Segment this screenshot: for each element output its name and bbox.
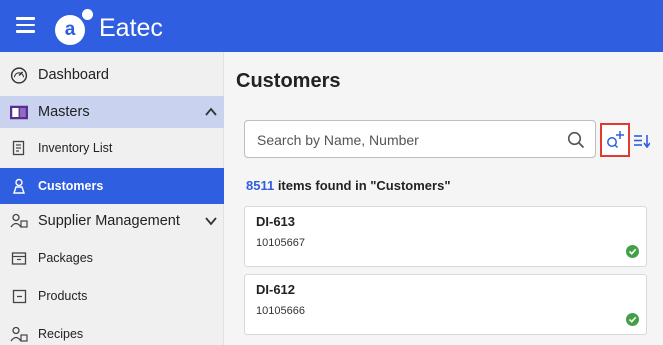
sidebar-item-inventory-list[interactable]: Inventory List <box>0 134 224 162</box>
check-circle-icon <box>626 245 639 258</box>
check-circle-icon <box>626 313 639 326</box>
sidebar-item-label: Customers <box>38 179 104 193</box>
product-icon <box>10 287 28 305</box>
sidebar-item-label: Dashboard <box>38 67 109 83</box>
sidebar-section-masters[interactable]: Masters <box>0 96 224 128</box>
masters-book-icon <box>10 103 28 121</box>
app-name: Eatec <box>99 14 163 42</box>
logo-letter: a <box>55 14 85 45</box>
sidebar-item-label: Masters <box>38 104 90 120</box>
supplier-people-icon <box>10 212 28 230</box>
customer-card[interactable]: DI-612 10105666 <box>244 274 647 335</box>
customer-card-title: DI-612 <box>256 282 296 297</box>
customer-card-number: 10105666 <box>256 305 305 317</box>
sidebar-item-label: Supplier Management <box>38 213 180 229</box>
customer-card[interactable]: DI-613 10105667 <box>244 206 647 267</box>
top-app-bar: a Eatec <box>0 0 663 52</box>
customer-person-icon <box>10 177 28 195</box>
customer-card-title: DI-613 <box>256 214 296 229</box>
chevron-down-icon[interactable] <box>204 214 218 228</box>
chevron-up-icon[interactable] <box>204 105 218 119</box>
sidebar-item-recipes[interactable]: Recipes <box>0 320 224 345</box>
sidebar-item-customers[interactable]: Customers <box>0 168 224 204</box>
search-box <box>244 120 596 158</box>
search-input[interactable] <box>257 130 557 150</box>
results-count-label: items found in "Customers" <box>274 178 451 193</box>
page-title: Customers <box>236 70 341 92</box>
app-logo: a Eatec <box>55 8 163 45</box>
sidebar-item-dashboard[interactable]: Dashboard <box>0 60 224 90</box>
customer-card-number: 10105667 <box>256 237 305 249</box>
logo-mark: a <box>55 8 93 45</box>
advanced-search-button[interactable] <box>600 123 630 157</box>
package-box-icon <box>10 249 28 267</box>
recipe-chef-icon <box>10 325 28 343</box>
sidebar-item-products[interactable]: Products <box>0 282 224 310</box>
main-content: Customers 8511 items found in "Customers… <box>226 52 663 345</box>
results-count-number: 8511 <box>246 178 275 193</box>
sidebar: Dashboard Masters Inventory List Custome… <box>0 52 224 345</box>
menu-icon[interactable] <box>16 17 35 33</box>
sidebar-item-label: Packages <box>38 251 93 265</box>
search-plus-icon <box>607 131 624 149</box>
sidebar-item-packages[interactable]: Packages <box>0 244 224 272</box>
search-icon[interactable] <box>567 131 585 149</box>
results-count: 8511 items found in "Customers" <box>246 178 451 193</box>
sidebar-item-supplier-management[interactable]: Supplier Management <box>0 206 224 236</box>
clipboard-list-icon <box>10 139 28 157</box>
sidebar-item-label: Recipes <box>38 327 84 341</box>
sidebar-item-label: Inventory List <box>38 141 113 155</box>
sort-icon[interactable] <box>634 134 650 148</box>
sidebar-item-label: Products <box>38 289 88 303</box>
dashboard-gauge-icon <box>10 66 28 84</box>
